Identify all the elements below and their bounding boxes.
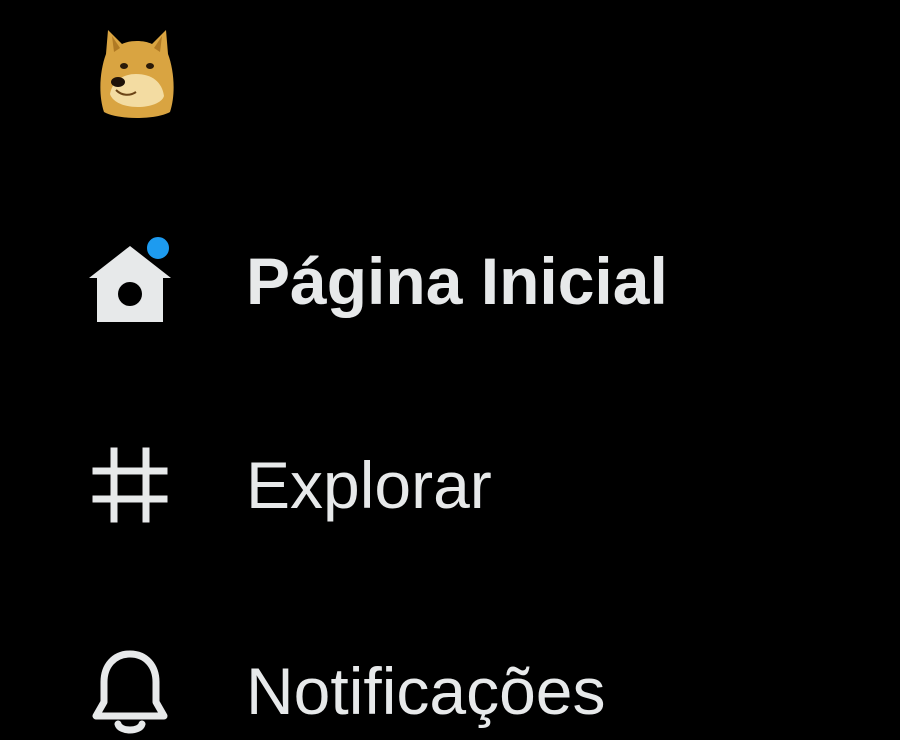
nav-item-label: Página Inicial [246,244,668,318]
doge-avatar-icon [100,30,174,118]
nav-item-label: Explorar [246,448,492,522]
profile-avatar[interactable] [96,24,178,122]
nav-item-notifications[interactable]: Notificações [84,636,606,740]
sidebar-navigation: Página Inicial Explorar Notificações [0,0,900,740]
nav-item-label: Notificações [246,654,606,728]
bell-icon [92,650,168,734]
nav-item-explore[interactable]: Explorar [84,430,492,540]
home-icon-wrap [84,235,176,327]
nav-item-home[interactable]: Página Inicial [84,226,668,336]
hashtag-icon [92,447,168,523]
notification-dot [145,235,171,261]
hashtag-icon-wrap [84,439,176,531]
bell-icon-wrap [84,645,176,737]
